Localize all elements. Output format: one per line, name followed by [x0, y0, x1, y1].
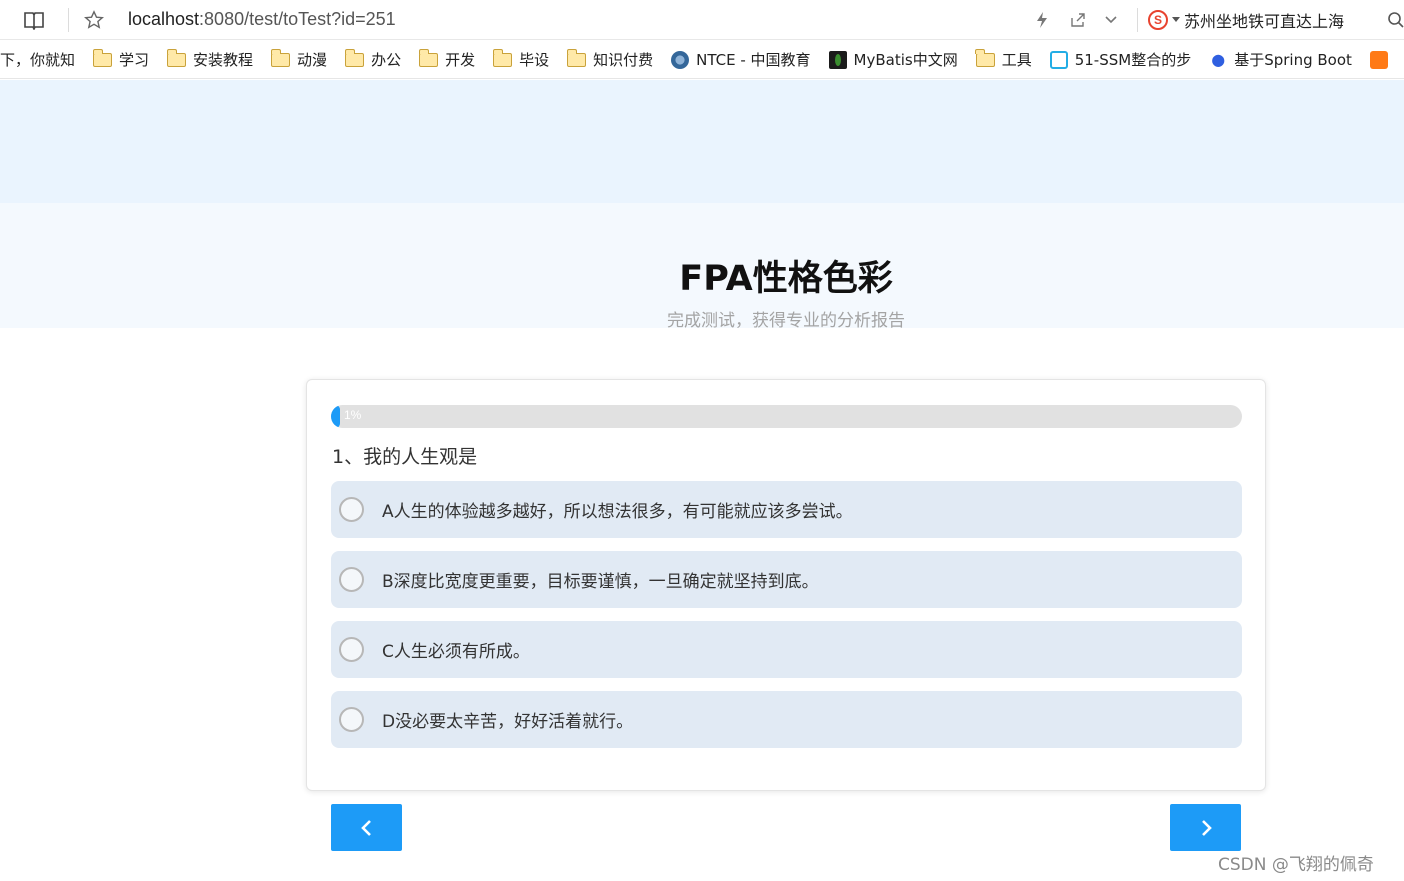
hero-banner	[0, 80, 1404, 203]
baidu-icon: ●	[1211, 50, 1226, 69]
option-label: B深度比宽度更重要，目标要谨慎，一旦确定就坚持到底。	[382, 572, 819, 592]
bookmark-site-icon	[1369, 50, 1388, 69]
option-label: A人生的体验越多越好，所以想法很多，有可能就应该多尝试。	[382, 502, 853, 522]
folder-icon	[975, 48, 995, 67]
folder-icon	[566, 48, 587, 67]
url-host: localhost	[128, 9, 200, 29]
sogou-suggestion-text: 苏州坐地铁可直达上海	[1184, 12, 1345, 31]
watermark: CSDN @飞翔的佩奇	[1218, 855, 1374, 875]
option-label: C人生必须有所成。	[382, 642, 530, 662]
bookmark-label: MyBatis中文网	[853, 51, 958, 69]
answer-option-c[interactable]: C人生必须有所成。	[331, 621, 1242, 678]
bookmark-item[interactable]: 51-SSM整合的步	[1049, 49, 1192, 70]
next-button[interactable]	[1170, 804, 1241, 851]
radio-button[interactable]	[339, 707, 364, 732]
bilibili-icon	[1049, 50, 1068, 69]
folder-icon	[344, 48, 365, 67]
toolbar-divider	[1137, 8, 1138, 32]
bookmark-label: 学习	[119, 51, 150, 69]
bookmark-folder[interactable]: 学习	[92, 48, 150, 70]
reader-icon[interactable]	[20, 6, 48, 34]
bookmark-folder[interactable]: 工具	[975, 48, 1032, 70]
bookmark-item[interactable]: ● 基于Spring Boot	[1209, 49, 1352, 70]
chevron-right-icon	[1201, 819, 1212, 836]
folder-icon	[492, 48, 513, 67]
folder-icon	[270, 48, 291, 67]
question-card: 1% 1、我的人生观是 A人生的体验越多越好，所以想法很多，有可能就应该多尝试。…	[306, 379, 1266, 791]
radio-button[interactable]	[339, 497, 364, 522]
folder-icon	[92, 48, 113, 67]
bookmark-item[interactable]: MyBatis中文网	[828, 49, 958, 70]
share-icon[interactable]	[1064, 6, 1092, 34]
radio-button[interactable]	[339, 637, 364, 662]
bookmark-label: 知识付费	[593, 51, 654, 69]
answer-option-d[interactable]: D没必要太辛苦，好好活着就行。	[331, 691, 1242, 748]
mybatis-icon	[828, 50, 847, 69]
bookmark-label: 基于Spring Boot	[1234, 51, 1352, 69]
toolbar-divider	[68, 8, 69, 32]
sogou-suggestion[interactable]: S 苏州坐地铁可直达上海	[1148, 8, 1344, 32]
search-icon[interactable]	[1382, 6, 1404, 34]
chevron-down-icon[interactable]	[1097, 6, 1125, 34]
bookmark-label: 办公	[371, 51, 402, 69]
page-title: FPA性格色彩	[679, 259, 893, 299]
bookmark-folder[interactable]: 毕设	[492, 48, 550, 70]
radio-button[interactable]	[339, 567, 364, 592]
answer-option-a[interactable]: A人生的体验越多越好，所以想法很多，有可能就应该多尝试。	[331, 481, 1242, 538]
url-field[interactable]: localhost:8080/test/toTest?id=251	[128, 9, 396, 30]
star-icon[interactable]	[80, 6, 108, 34]
bookmark-label: 毕设	[519, 51, 550, 69]
bookmark-label: NTCE - 中国教育	[696, 51, 811, 69]
bookmark-item[interactable]	[1369, 50, 1388, 69]
answer-option-b[interactable]: B深度比宽度更重要，目标要谨慎，一旦确定就坚持到底。	[331, 551, 1242, 608]
ntce-icon	[671, 50, 690, 69]
bookmark-item[interactable]: 下，你就知	[0, 49, 75, 70]
bookmark-folder[interactable]: 知识付费	[566, 48, 654, 70]
bookmark-item[interactable]: NTCE - 中国教育	[671, 49, 811, 70]
caret-down-icon	[1172, 17, 1180, 22]
question-text: 1、我的人生观是	[332, 446, 478, 468]
sogou-icon: S	[1148, 10, 1168, 30]
bookmark-label: 开发	[445, 51, 476, 69]
bookmark-folder[interactable]: 动漫	[270, 48, 328, 70]
option-label: D没必要太辛苦，好好活着就行。	[382, 712, 634, 732]
bookmark-label: 动漫	[297, 51, 328, 69]
bookmark-label: 下，你就知	[0, 51, 76, 69]
bookmark-folder[interactable]: 安装教程	[166, 48, 254, 70]
bookmarks-bar: 下，你就知 学习 安装教程 动漫 办公 开发 毕设 知识付费 NTCE - 中国…	[0, 41, 1404, 79]
page-subtitle: 完成测试，获得专业的分析报告	[667, 311, 905, 331]
previous-button[interactable]	[331, 804, 402, 851]
folder-icon	[166, 48, 187, 67]
bookmark-label: 工具	[1001, 51, 1032, 69]
progress-text: 1%	[344, 408, 362, 422]
bookmark-folder[interactable]: 开发	[418, 48, 476, 70]
bookmark-label: 51-SSM整合的步	[1074, 51, 1192, 69]
progress-bar: 1%	[331, 405, 1242, 428]
browser-address-bar: localhost:8080/test/toTest?id=251 S 苏州坐地…	[0, 0, 1404, 40]
bookmark-label: 安装教程	[193, 51, 254, 69]
lightning-icon[interactable]	[1028, 6, 1056, 34]
chevron-left-icon	[360, 819, 371, 836]
folder-icon	[418, 48, 439, 67]
progress-fill	[331, 405, 341, 428]
bookmark-folder[interactable]: 办公	[344, 48, 402, 70]
url-path: :8080/test/toTest?id=251	[199, 9, 396, 29]
